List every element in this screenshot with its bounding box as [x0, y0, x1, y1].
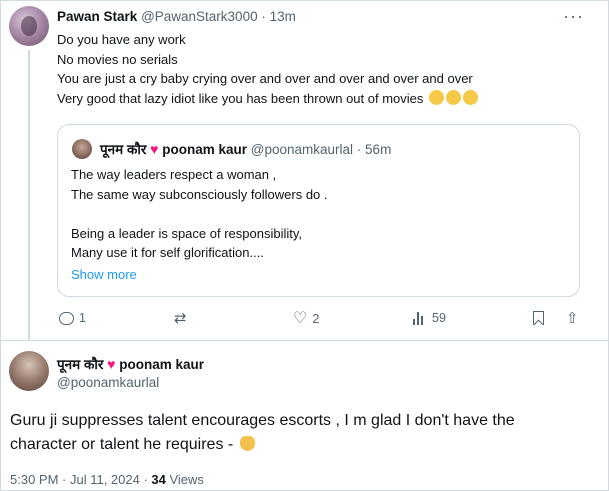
tweet-header: पूनम कौर ♥ poonam kaur: [57, 355, 204, 373]
quoted-line: Being a leader is space of responsibilit…: [71, 225, 302, 241]
quoted-avatar[interactable]: [72, 139, 92, 159]
divider: [0, 340, 609, 341]
quoted-tweet[interactable]: पूनम कौर ♥ poonam kaur @poonamkaurlal · …: [57, 124, 580, 297]
tweet-header: Pawan Stark @PawanStark3000 · 13m: [57, 9, 296, 24]
red-heart-icon: ♥: [107, 356, 116, 372]
tweet-timestamp[interactable]: 5:30 PM · Jul 11, 2024 ·: [10, 472, 151, 487]
heart-icon: ♡: [293, 310, 308, 327]
retweet-button[interactable]: ⇄: [174, 311, 192, 326]
quoted-line: Many use it for self glorification....: [71, 245, 264, 261]
reply-button[interactable]: 1: [59, 311, 86, 325]
tweet-text: Do you have any work No movies no serial…: [57, 30, 479, 109]
retweet-icon: ⇄: [174, 310, 187, 327]
clapping-hands-icon: [429, 89, 445, 105]
views-button[interactable]: 59: [413, 311, 446, 325]
red-heart-icon: ♥: [150, 141, 159, 157]
quoted-author-devanagari-name: पूनम कौर: [100, 142, 147, 157]
clapping-hands-icon: [463, 89, 479, 105]
more-options-icon[interactable]: ···: [563, 6, 584, 27]
tweet-line: No movies no serials: [57, 51, 178, 67]
author-name[interactable]: poonam kaur: [119, 357, 204, 372]
bookmark-button[interactable]: [533, 311, 544, 325]
quoted-time[interactable]: 56m: [365, 142, 391, 157]
folded-hands-icon: [239, 436, 255, 451]
quoted-header: पूनम कौर ♥ poonam kaur @poonamkaurlal · …: [100, 140, 391, 158]
tweet-line: character or talent he requires -: [10, 436, 238, 453]
quoted-line: The way leaders respect a woman ,: [71, 167, 277, 182]
avatar[interactable]: [9, 351, 49, 391]
tweet-text: Guru ji suppresses talent encourages esc…: [10, 409, 515, 457]
like-button[interactable]: ♡ 2: [293, 310, 320, 327]
views-icon: [413, 311, 427, 325]
bookmark-icon: [533, 311, 544, 325]
separator-dot: ·: [356, 142, 362, 157]
author-name[interactable]: Pawan Stark: [57, 9, 137, 24]
quoted-author-handle[interactable]: @poonamkaurlal: [251, 142, 353, 157]
reply-icon: [59, 311, 74, 325]
views-count: 59: [432, 311, 446, 325]
tweet-line: You are just a cry baby crying over and …: [57, 71, 473, 87]
author-handle[interactable]: @poonamkaurlal: [57, 375, 159, 390]
share-icon: ⇧: [566, 310, 579, 327]
author-devanagari-name: पूनम कौर: [57, 357, 104, 372]
tweet-line: Very good that lazy idiot like you has b…: [57, 90, 424, 106]
tweet-meta: 5:30 PM · Jul 11, 2024 · 34 Views: [10, 472, 204, 487]
action-bar: 1 ⇄ ♡ 2 59 ⇧: [57, 311, 587, 331]
quoted-author-name[interactable]: poonam kaur: [162, 142, 247, 157]
show-more-link[interactable]: Show more: [71, 267, 137, 282]
separator-dot: ·: [261, 9, 266, 24]
tweet-line: Guru ji suppresses talent encourages esc…: [10, 412, 515, 429]
avatar[interactable]: [9, 6, 49, 46]
quoted-line: The same way subconsciously followers do…: [71, 186, 328, 202]
reply-count: 1: [79, 311, 86, 325]
quoted-text: The way leaders respect a woman , The sa…: [71, 165, 328, 263]
tweet-line: Do you have any work: [57, 32, 186, 47]
views-count: 34: [151, 472, 166, 487]
like-count: 2: [312, 311, 320, 326]
tweet-line-emoji-row: character or talent he requires -: [10, 433, 515, 457]
views-label: Views: [165, 472, 204, 487]
quoted-blank-line: [71, 204, 328, 224]
thread-line: [28, 50, 30, 340]
share-button[interactable]: ⇧: [566, 311, 579, 326]
top-tweet[interactable]: Pawan Stark @PawanStark3000 · 13m ··· Do…: [0, 0, 609, 340]
clapping-hands-icon: [446, 89, 462, 105]
tweet-time[interactable]: 13m: [270, 9, 296, 24]
tweet-line-emoji-row: Very good that lazy idiot like you has b…: [57, 89, 479, 109]
author-handle[interactable]: @PawanStark3000: [141, 9, 258, 24]
